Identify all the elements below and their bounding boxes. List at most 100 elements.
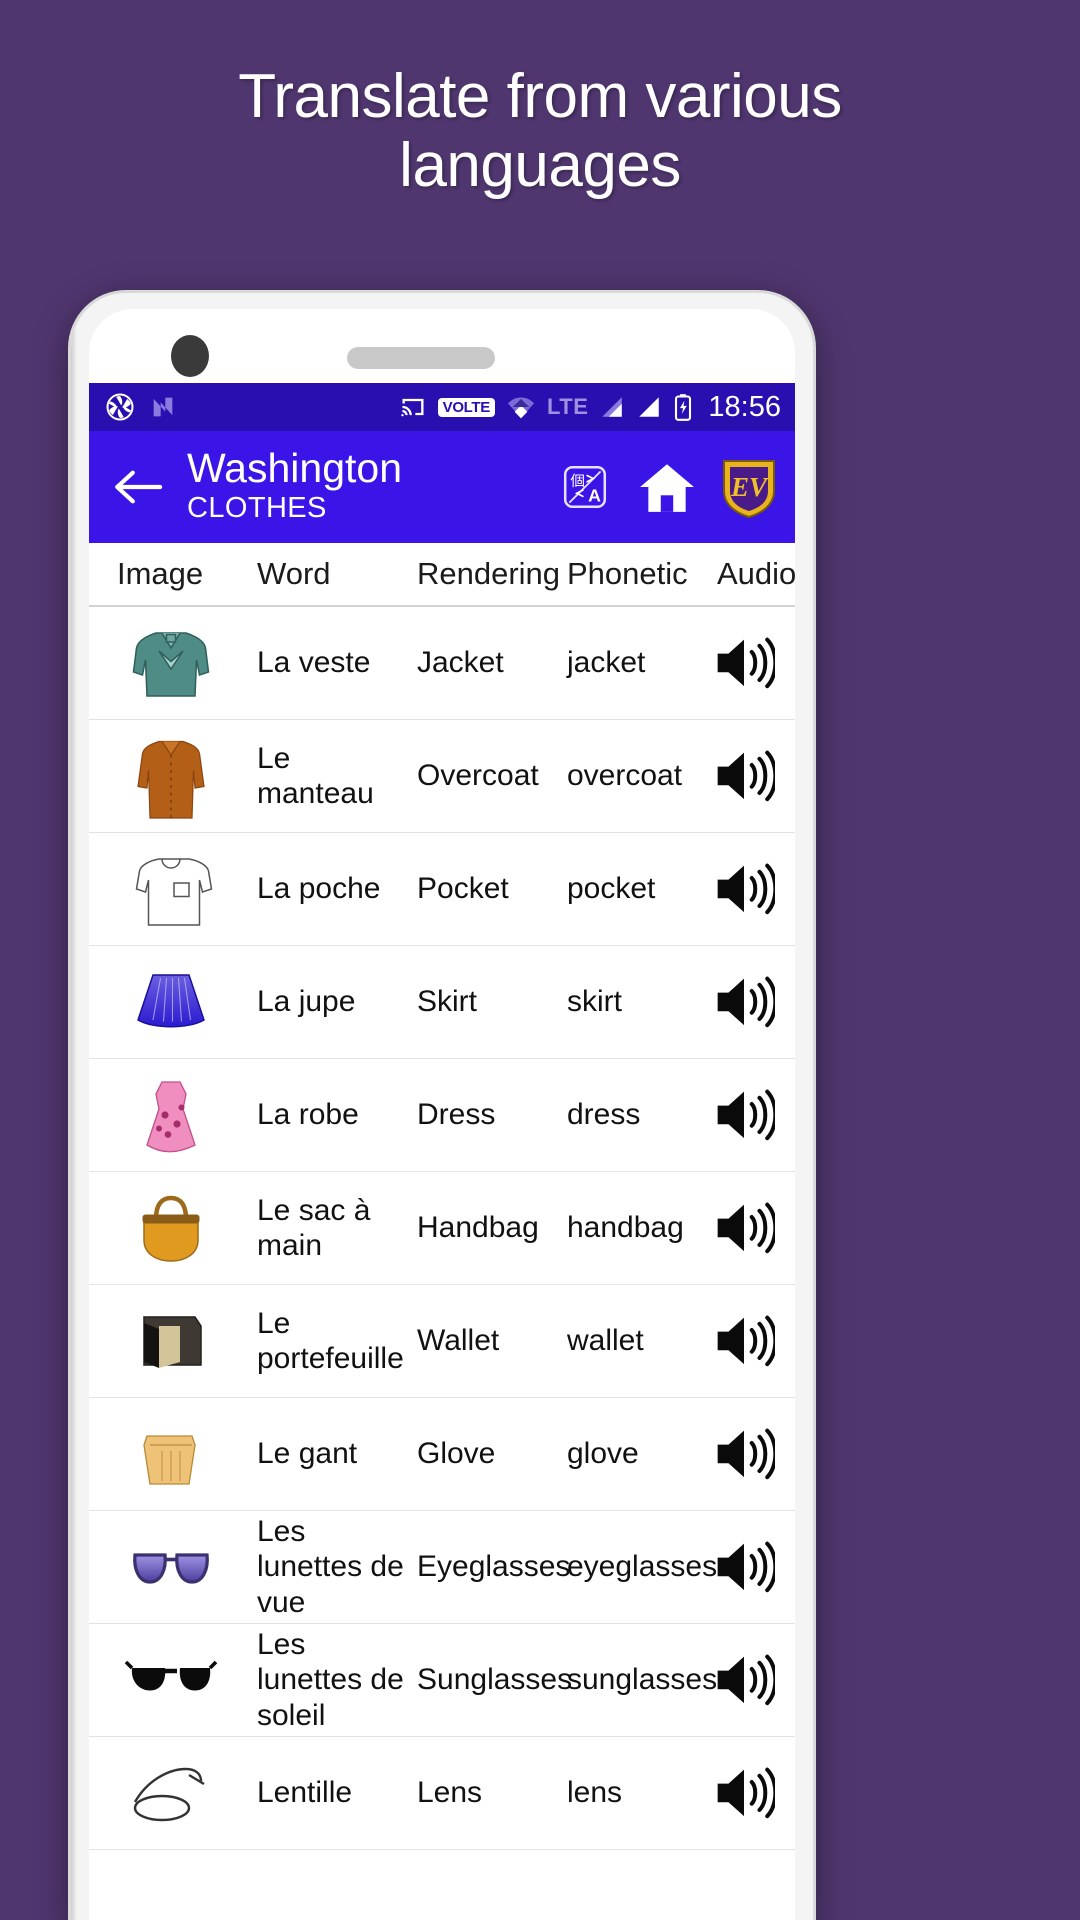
wallet-thumb: [95, 1289, 247, 1394]
cell-rendering: Overcoat: [417, 759, 539, 793]
play-audio-button[interactable]: [713, 635, 778, 691]
cell-word: La jupe: [257, 985, 356, 1019]
translate-button[interactable]: 個 A: [555, 457, 615, 517]
pocket-thumb: [95, 837, 247, 942]
cell-audio: [709, 1755, 795, 1831]
cast-screen-icon: [399, 393, 427, 421]
cell-word: Le gant: [257, 1437, 358, 1471]
play-audio-button[interactable]: [713, 1765, 778, 1821]
cell-phonetic: lens: [567, 1776, 623, 1810]
play-audio-button[interactable]: [713, 1313, 778, 1369]
cell-word: La robe: [257, 1098, 359, 1132]
play-audio-button[interactable]: [713, 974, 778, 1030]
speaker-icon: [717, 1315, 778, 1367]
cell-audio: [709, 964, 795, 1040]
cell-phonetic: sunglasses: [567, 1663, 718, 1697]
svg-text:個: 個: [570, 473, 585, 490]
status-bar-right-icons: VOLTE LTE 18:56: [399, 391, 781, 424]
cell-rendering: Dress: [417, 1098, 496, 1132]
status-bar-left-icons: [105, 392, 177, 422]
cell-rendering: Lens: [417, 1776, 483, 1810]
table-row[interactable]: Lentille Lens lens: [89, 1737, 795, 1850]
cell-word: Les lunettes de vue: [257, 1514, 404, 1619]
jacket-thumb: [95, 611, 247, 716]
cell-word: Le portefeuille: [257, 1306, 404, 1375]
lte-label: LTE: [547, 394, 589, 419]
cell-audio: [709, 625, 795, 701]
battery-charging-icon: [673, 393, 693, 421]
glove-thumb: [95, 1402, 247, 1507]
cell-phonetic: pocket: [567, 872, 656, 906]
cell-phonetic: eyeglasses: [567, 1550, 718, 1584]
cell-rendering: Wallet: [417, 1324, 500, 1358]
cell-audio: [709, 851, 795, 927]
table-header-row: Image Word Rendering Phonetic Audio: [89, 543, 795, 607]
cell-audio: [709, 1416, 795, 1492]
play-audio-button[interactable]: [713, 861, 778, 917]
table-row[interactable]: La poche Pocket pocket: [89, 833, 795, 946]
play-audio-button[interactable]: [713, 1652, 778, 1708]
play-audio-button[interactable]: [713, 748, 778, 804]
cell-phonetic: overcoat: [567, 759, 683, 793]
speaker-icon: [717, 750, 778, 802]
phone-notch-row: [89, 309, 795, 383]
table-row[interactable]: Le sac à main Handbag handbag: [89, 1172, 795, 1285]
cell-audio: [709, 1303, 795, 1379]
cell-phonetic: wallet: [567, 1324, 644, 1358]
promo-headline: Translate from various languages: [238, 62, 842, 201]
table-row[interactable]: Le manteau Overcoat overcoat: [89, 720, 795, 833]
play-audio-button[interactable]: [713, 1200, 778, 1256]
earpiece-speaker-icon: [347, 347, 495, 369]
screen-edge-shadow: [71, 293, 77, 1920]
speaker-icon: [717, 1654, 778, 1706]
table-row[interactable]: Le portefeuille Wallet wallet: [89, 1285, 795, 1398]
column-header-word: Word: [257, 556, 331, 591]
app-toolbar: Washington CLOTHES 個 A EV: [89, 431, 795, 543]
cell-rendering: Glove: [417, 1437, 496, 1471]
column-header-image: Image: [117, 556, 204, 591]
svg-text:A: A: [588, 486, 601, 506]
play-audio-button[interactable]: [713, 1539, 778, 1595]
cell-word: Lentille: [257, 1776, 353, 1810]
cell-word: La poche: [257, 872, 381, 906]
play-audio-button[interactable]: [713, 1087, 778, 1143]
overcoat-thumb: [95, 724, 247, 829]
android-status-bar: VOLTE LTE 18:56: [89, 383, 795, 431]
page-subtitle: CLOTHES: [187, 492, 327, 525]
column-header-phonetic: Phonetic: [567, 556, 688, 591]
signal-bars-2-icon: [636, 394, 662, 420]
table-row[interactable]: La jupe Skirt skirt: [89, 946, 795, 1059]
ev-logo-button[interactable]: EV: [719, 457, 779, 518]
speaker-icon: [717, 1202, 778, 1254]
wifi-icon: [506, 394, 536, 420]
column-header-audio: Audio: [717, 556, 795, 591]
table-row[interactable]: Le gant Glove glove: [89, 1398, 795, 1511]
back-button[interactable]: [107, 456, 169, 518]
cell-phonetic: skirt: [567, 985, 622, 1019]
speaker-icon: [717, 637, 778, 689]
home-button[interactable]: [637, 457, 697, 517]
volte-badge: VOLTE: [437, 397, 495, 417]
cell-phonetic: handbag: [567, 1211, 684, 1245]
vocabulary-table: La veste Jacket jacket Le manteau Overco…: [89, 607, 795, 1850]
speaker-icon: [717, 1541, 778, 1593]
eyeglasses-thumb: [95, 1515, 247, 1620]
translate-icon: 個 A: [563, 465, 607, 509]
back-arrow-icon: [115, 470, 163, 504]
speaker-icon: [717, 1089, 778, 1141]
table-row[interactable]: La veste Jacket jacket: [89, 607, 795, 720]
table-row[interactable]: Les lunettes de soleil Sunglasses sungla…: [89, 1624, 795, 1737]
front-camera-icon: [171, 335, 209, 377]
column-header-rendering: Rendering: [417, 556, 561, 591]
cell-audio: [709, 738, 795, 814]
play-audio-button[interactable]: [713, 1426, 778, 1482]
sunglasses-thumb: [95, 1628, 247, 1733]
cell-rendering: Skirt: [417, 985, 477, 1019]
cell-rendering: Pocket: [417, 872, 509, 906]
table-row[interactable]: Les lunettes de vue Eyeglasses eyeglasse…: [89, 1511, 795, 1624]
status-bar-clock: 18:56: [708, 390, 781, 423]
cell-phonetic: jacket: [567, 646, 646, 680]
table-row[interactable]: La robe Dress dress: [89, 1059, 795, 1172]
cell-audio: [709, 1077, 795, 1153]
home-icon: [640, 464, 694, 512]
